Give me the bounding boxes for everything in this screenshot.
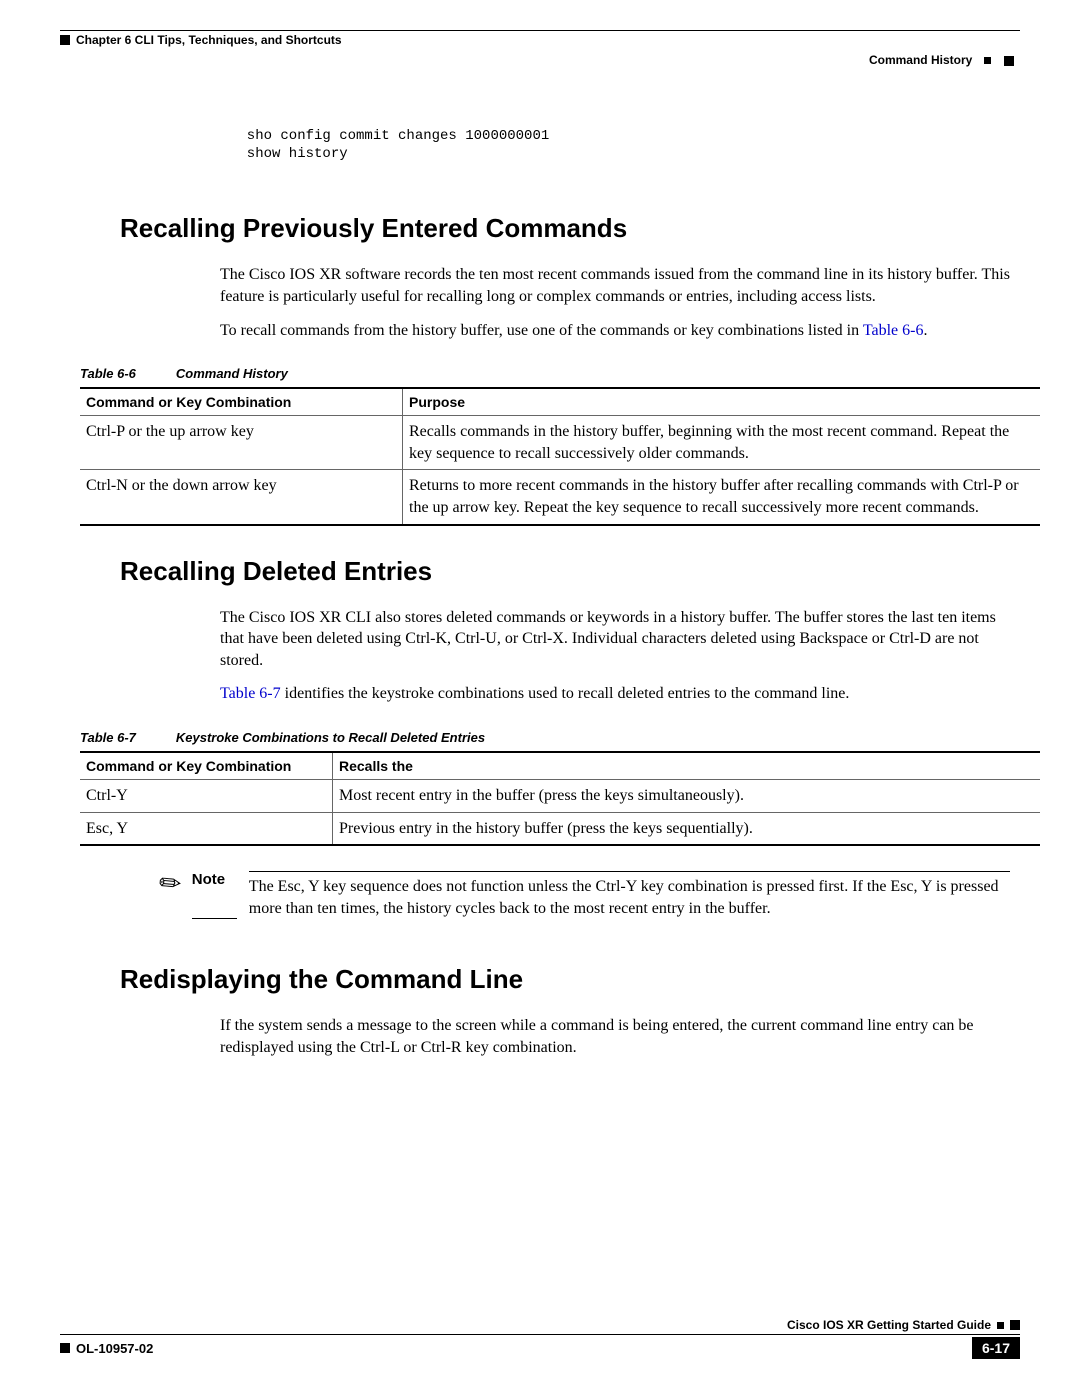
chapter-label: Chapter 6 CLI Tips, Techniques, and Shor… — [76, 33, 342, 47]
bullet-icon — [1010, 1320, 1020, 1330]
table-header-row: Command or Key Combination Recalls the — [80, 752, 1040, 780]
body-text: Table 6-7 identifies the keystroke combi… — [220, 683, 1010, 705]
section-heading-recalling-commands: Recalling Previously Entered Commands — [120, 213, 1020, 244]
bullet-icon — [60, 1343, 70, 1353]
header-section: Command History — [869, 53, 972, 67]
guide-title: Cisco IOS XR Getting Started Guide — [787, 1318, 991, 1332]
column-header: Command or Key Combination — [80, 752, 333, 780]
bullet-icon — [984, 57, 991, 64]
code-block: sho config commit changes 1000000001 sho… — [230, 127, 1020, 163]
note-text: The Esc, Y key sequence does not functio… — [249, 871, 1010, 919]
table-6-6-link[interactable]: Table 6-6 — [863, 322, 924, 339]
table-header-row: Command or Key Combination Purpose — [80, 388, 1040, 416]
body-text: The Cisco IOS XR software records the te… — [220, 264, 1010, 307]
table-cell: Ctrl-P or the up arrow key — [80, 416, 403, 470]
column-header: Recalls the — [333, 752, 1041, 780]
page-header: Chapter 6 CLI Tips, Techniques, and Shor… — [60, 30, 1020, 47]
footer-docid: OL-10957-02 — [60, 1341, 153, 1356]
header-section-row: Command History — [60, 53, 1020, 67]
table-6-7: Command or Key Combination Recalls the C… — [80, 751, 1040, 846]
table-row: Ctrl-N or the down arrow key Returns to … — [80, 470, 1040, 525]
pencil-icon: ✎ — [154, 867, 187, 901]
table-cell: Most recent entry in the buffer (press t… — [333, 779, 1041, 812]
doc-id: OL-10957-02 — [76, 1341, 153, 1356]
section-heading-recalling-deleted: Recalling Deleted Entries — [120, 556, 1020, 587]
column-header: Command or Key Combination — [80, 388, 403, 416]
page-number: 6-17 — [972, 1337, 1020, 1359]
table-6-6-caption: Table 6-6Command History — [80, 366, 1020, 381]
table-cell: Esc, Y — [80, 812, 333, 845]
table-row: Ctrl-Y Most recent entry in the buffer (… — [80, 779, 1040, 812]
header-chapter: Chapter 6 CLI Tips, Techniques, and Shor… — [60, 33, 342, 47]
table-6-6: Command or Key Combination Purpose Ctrl-… — [80, 387, 1040, 525]
body-text: If the system sends a message to the scr… — [220, 1015, 1010, 1058]
table-cell: Recalls commands in the history buffer, … — [403, 416, 1041, 470]
note-label: Note — [192, 871, 237, 919]
table-cell: Previous entry in the history buffer (pr… — [333, 812, 1041, 845]
column-header: Purpose — [403, 388, 1041, 416]
document-page: Chapter 6 CLI Tips, Techniques, and Shor… — [0, 0, 1080, 1399]
bullet-icon — [60, 35, 70, 45]
table-6-7-caption: Table 6-7Keystroke Combinations to Recal… — [80, 730, 1020, 745]
table-row: Ctrl-P or the up arrow key Recalls comma… — [80, 416, 1040, 470]
page-footer: Cisco IOS XR Getting Started Guide OL-10… — [60, 1318, 1020, 1359]
body-text: The Cisco IOS XR CLI also stores deleted… — [220, 607, 1010, 672]
body-text: To recall commands from the history buff… — [220, 320, 1010, 342]
section-heading-redisplaying: Redisplaying the Command Line — [120, 964, 1020, 995]
note-block: ✎ Note The Esc, Y key sequence does not … — [160, 871, 1010, 919]
footer-bottom-row: OL-10957-02 6-17 — [60, 1335, 1020, 1359]
bullet-icon — [997, 1322, 1004, 1329]
table-cell: Returns to more recent commands in the h… — [403, 470, 1041, 525]
footer-guide-row: Cisco IOS XR Getting Started Guide — [60, 1318, 1020, 1335]
table-cell: Ctrl-N or the down arrow key — [80, 470, 403, 525]
bullet-icon — [1004, 56, 1014, 66]
table-6-7-link[interactable]: Table 6-7 — [220, 685, 281, 702]
table-cell: Ctrl-Y — [80, 779, 333, 812]
table-row: Esc, Y Previous entry in the history buf… — [80, 812, 1040, 845]
